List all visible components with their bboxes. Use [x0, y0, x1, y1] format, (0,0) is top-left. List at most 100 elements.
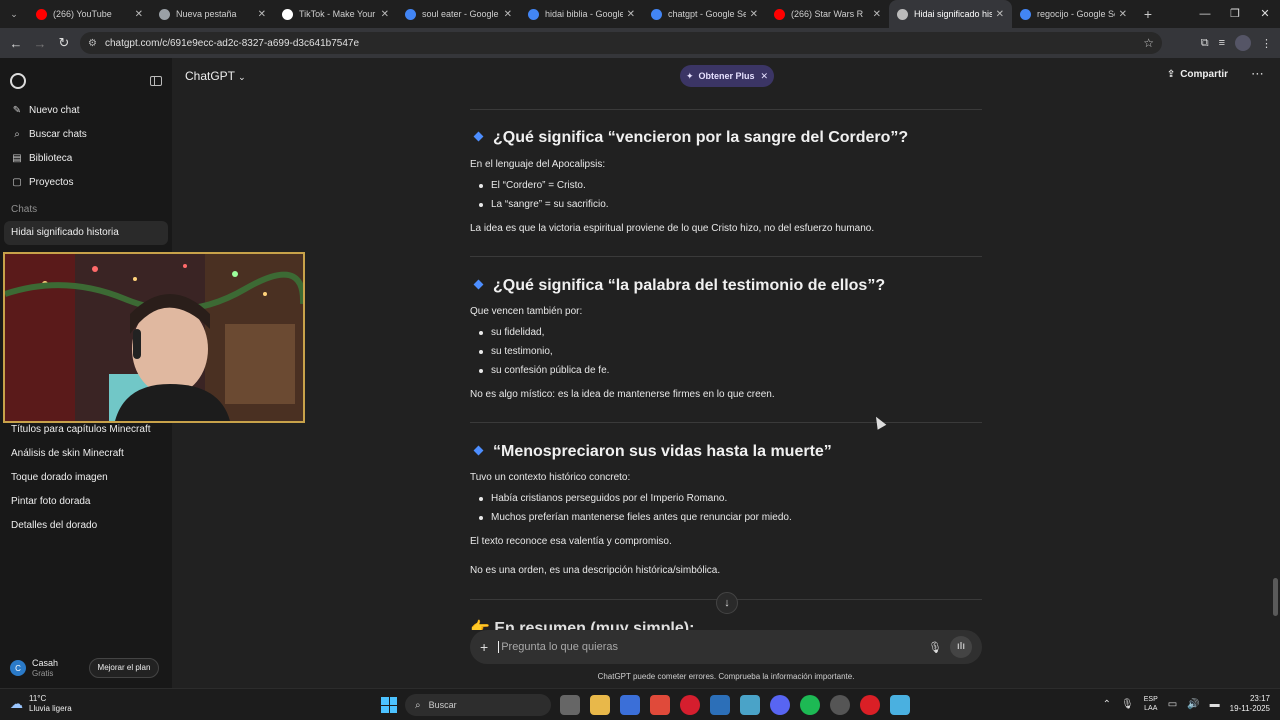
reload-icon[interactable]: ↻ [52, 35, 76, 51]
network-icon[interactable]: ▭ [1168, 699, 1177, 710]
chatgpt-logo-icon[interactable] [10, 73, 26, 89]
browser-tab[interactable]: chatgpt - Google Sea ✕ [643, 0, 766, 28]
sidebar-item-label: Nuevo chat [29, 104, 80, 116]
close-tab-icon[interactable]: ✕ [1119, 9, 1127, 20]
close-tab-icon[interactable]: ✕ [996, 9, 1004, 20]
file-explorer-icon[interactable] [590, 695, 610, 715]
media-icon[interactable]: ≡ [1219, 37, 1225, 49]
volume-icon[interactable]: 🔊 [1187, 699, 1199, 710]
browser-toolbar: ← → ↻ ⚙ chatgpt.com/c/691e9ecc-ad2c-8327… [0, 28, 1280, 58]
tab-favicon-icon [282, 8, 293, 20]
tab-title: chatgpt - Google Sea [668, 9, 746, 19]
close-tab-icon[interactable]: ✕ [135, 9, 143, 20]
browser-tab[interactable]: Hidai significado hist ✕ [889, 0, 1012, 28]
scrollbar[interactable] [1270, 58, 1280, 688]
share-button[interactable]: ⇪ Compartir [1167, 69, 1228, 80]
forward-icon[interactable]: → [28, 36, 52, 51]
tab-favicon-icon [159, 8, 170, 20]
app-icon[interactable] [740, 695, 760, 715]
new-tab-button[interactable]: + [1135, 6, 1161, 22]
scroll-down-button[interactable]: ↓ [716, 592, 738, 614]
paragraph: No es una orden, es una descripción hist… [470, 565, 721, 576]
chats-section-label: Chats [11, 204, 38, 215]
close-tab-icon[interactable]: ✕ [627, 9, 635, 20]
dismiss-icon[interactable]: ✕ [761, 71, 769, 82]
browser-tab[interactable]: soul eater - Google S ✕ [397, 0, 520, 28]
model-selector[interactable]: ChatGPT ⌄ [185, 69, 246, 83]
main-panel: ChatGPT ⌄ ✦ Obtener Plus ✕ ⇪ Compartir ⋯ ¿Q… [172, 58, 1280, 688]
get-plus-button[interactable]: ✦ Obtener Plus ✕ [680, 65, 774, 87]
sidebar-item[interactable]: ✎ Nuevo chat [0, 98, 172, 122]
extensions-icon[interactable]: ⧉ [1201, 37, 1209, 50]
input-language[interactable]: ESP LAA [1144, 695, 1158, 713]
browser-tab[interactable]: TikTok - Make Your D ✕ [274, 0, 397, 28]
chat-history-item[interactable]: Hidai significado historia [4, 221, 168, 245]
chat-history-item[interactable]: Toque dorado imagen [0, 466, 172, 490]
tab-title: TikTok - Make Your D [299, 9, 377, 19]
attach-plus-icon[interactable]: + [480, 639, 488, 655]
creative-cloud-icon[interactable] [860, 695, 880, 715]
section-heading: ¿Qué significa “la palabra del testimoni… [473, 277, 885, 295]
notepad-icon[interactable] [890, 695, 910, 715]
close-tab-icon[interactable]: ✕ [381, 9, 389, 20]
library-icon: ▤ [12, 152, 22, 164]
steam-icon[interactable] [830, 695, 850, 715]
profile-avatar[interactable] [1235, 35, 1251, 51]
windows-start-icon[interactable] [381, 697, 397, 713]
sidebar-item[interactable]: ▢ Proyectos [0, 170, 172, 194]
battery-icon[interactable]: ▬ [1210, 699, 1220, 710]
store-icon[interactable] [620, 695, 640, 715]
chat-history-item[interactable]: Análisis de skin Minecraft [0, 442, 172, 466]
browser-tab[interactable]: Nueva pestaña ✕ [151, 0, 274, 28]
close-sidebar-icon[interactable] [150, 76, 162, 86]
chrome-icon[interactable] [650, 695, 670, 715]
browser-tab[interactable]: hidai biblia - Google ✕ [520, 0, 643, 28]
address-bar[interactable]: ⚙ chatgpt.com/c/691e9ecc-ad2c-8327-a699-… [80, 32, 1162, 54]
sidebar-item[interactable]: ▤ Biblioteca [0, 146, 172, 170]
weather-widget[interactable]: ☁ 11°C Lluvia ligera [10, 694, 72, 714]
clock[interactable]: 23:17 19-11-2025 [1230, 694, 1270, 714]
tab-title: regocijo - Google Sea [1037, 9, 1115, 19]
list-item: El “Cordero” = Cristo. [479, 180, 586, 191]
section-heading: ¿Qué significa “vencieron por la sangre … [473, 129, 908, 147]
edit-icon: ✎ [12, 104, 22, 116]
more-options-icon[interactable]: ⋯ [1251, 66, 1264, 82]
opera-icon[interactable] [680, 695, 700, 715]
upgrade-plan-button[interactable]: Mejorar el plan [89, 658, 159, 678]
close-tab-icon[interactable]: ✕ [873, 9, 881, 20]
taskbar-search[interactable]: ⌕ Buscar [405, 694, 551, 716]
prompt-input[interactable] [501, 641, 921, 653]
microphone-icon[interactable]: 🎙 [928, 641, 942, 654]
spotify-icon[interactable] [800, 695, 820, 715]
close-tab-icon[interactable]: ✕ [750, 9, 758, 20]
restore-icon[interactable]: ❐ [1220, 0, 1250, 28]
close-tab-icon[interactable]: ✕ [504, 9, 512, 20]
bookmark-star-icon[interactable]: ☆ [1143, 36, 1154, 50]
close-tab-icon[interactable]: ✕ [258, 9, 266, 20]
model-name-label: ChatGPT [185, 69, 235, 83]
task-view-icon[interactable] [560, 695, 580, 715]
share-label: Compartir [1180, 69, 1228, 80]
vscode-icon[interactable] [710, 695, 730, 715]
site-info-icon[interactable]: ⚙ [88, 38, 97, 49]
chat-history-item[interactable]: Pintar foto dorada [0, 490, 172, 514]
back-icon[interactable]: ← [4, 36, 28, 51]
clock-date: 19-11-2025 [1229, 704, 1270, 713]
chat-history-item[interactable]: Detalles del dorado [0, 514, 172, 538]
close-window-icon[interactable]: ✕ [1250, 0, 1280, 28]
browser-tab[interactable]: (266) Star Wars R ✕ [766, 0, 889, 28]
user-menu[interactable]: C Casah Gratis Mejorar el plan [0, 654, 172, 682]
minimize-icon[interactable]: — [1190, 0, 1220, 28]
sidebar-item[interactable]: ⌕ Buscar chats [0, 122, 172, 146]
chevron-up-icon[interactable]: ⌃ [1103, 699, 1111, 710]
browser-tab[interactable]: regocijo - Google Sea ✕ [1012, 0, 1135, 28]
tab-search-dropdown-icon[interactable]: ⌄ [0, 0, 28, 28]
discord-icon[interactable] [770, 695, 790, 715]
tab-favicon-icon [651, 8, 662, 20]
browser-tab[interactable]: (266) YouTube ✕ [28, 0, 151, 28]
voice-mode-button[interactable]: ıIı [950, 636, 972, 658]
composer: + 🎙 ıIı [470, 630, 982, 664]
mic-tray-icon[interactable]: 🎙 [1121, 699, 1134, 710]
scrollbar-thumb[interactable] [1273, 578, 1278, 616]
menu-icon[interactable]: ⋮ [1261, 37, 1272, 50]
